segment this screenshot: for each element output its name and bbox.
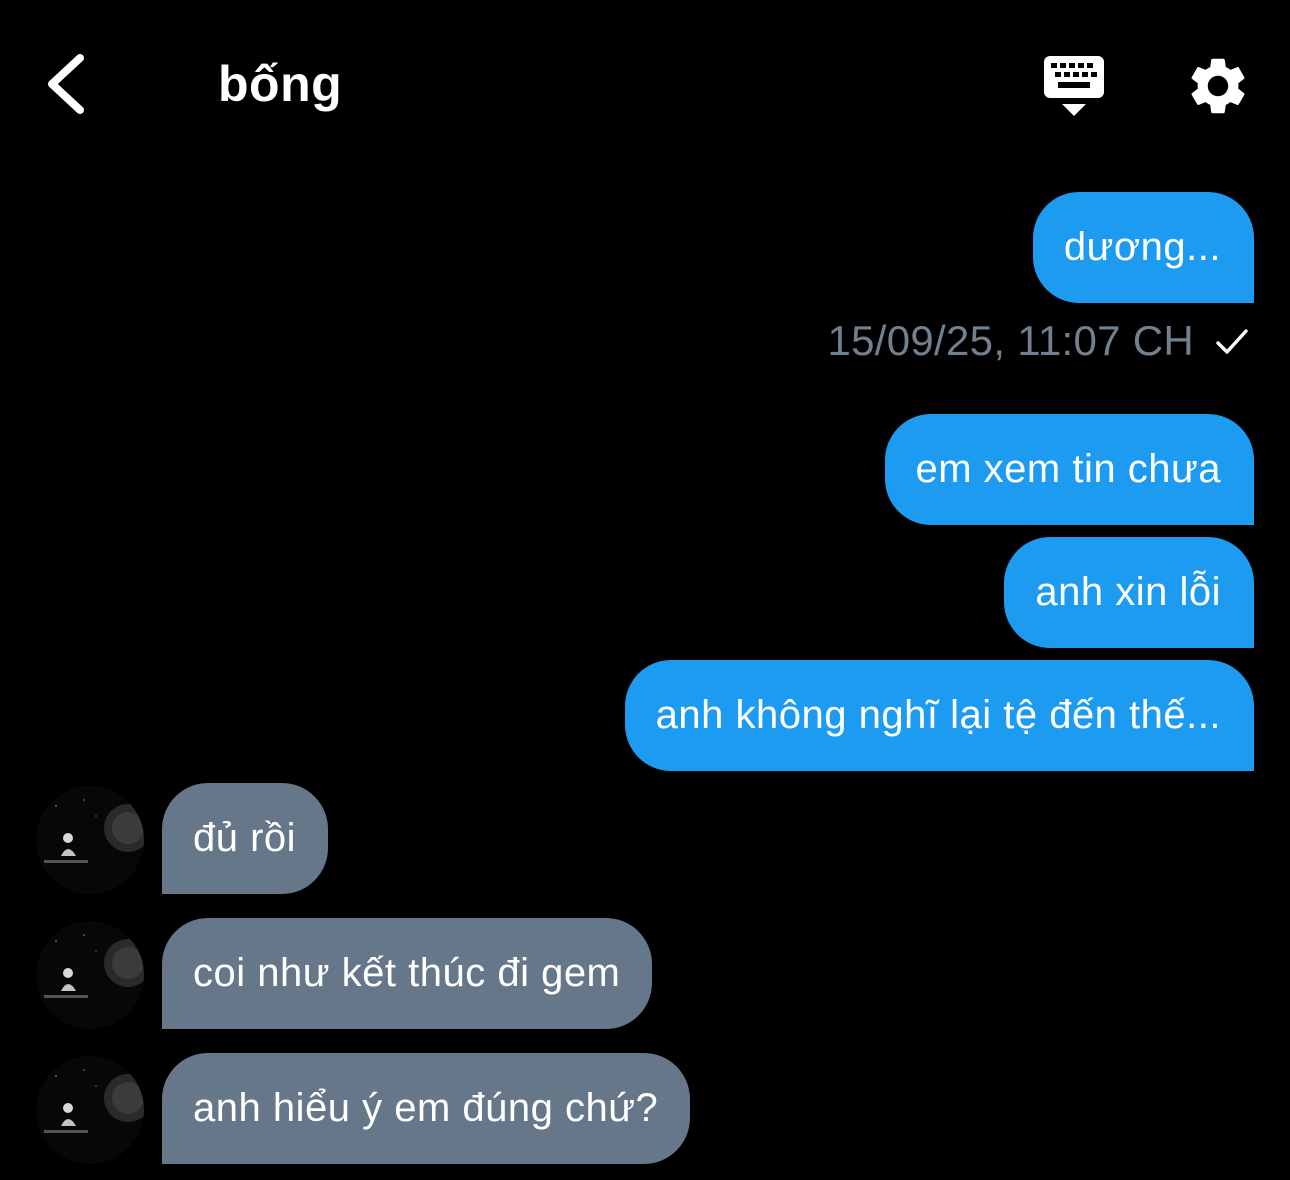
sender-avatar[interactable] xyxy=(36,786,144,894)
avatar-image xyxy=(36,1056,144,1164)
outgoing-message-bubble[interactable]: em xem tin chưa xyxy=(884,414,1254,525)
incoming-message-bubble[interactable]: anh hiểu ý em đúng chứ? xyxy=(162,1053,691,1164)
conversation-title[interactable]: bống xyxy=(218,52,342,116)
sender-avatar[interactable] xyxy=(36,1056,144,1164)
outgoing-message-bubble[interactable]: dương... xyxy=(1032,192,1254,303)
chevron-left-icon xyxy=(48,54,84,114)
outgoing-message-bubble[interactable]: anh không nghĩ lại tệ đến thế... xyxy=(624,660,1254,771)
message-timestamp: 15/09/25, 11:07 CH xyxy=(827,317,1194,364)
avatar-image xyxy=(36,786,144,894)
gear-icon xyxy=(1191,58,1245,114)
incoming-message-bubble[interactable]: đủ rồi xyxy=(162,783,329,894)
keyboard-dismiss-icon xyxy=(1044,56,1104,116)
sender-avatar[interactable] xyxy=(36,921,144,1029)
back-button[interactable] xyxy=(36,48,100,120)
checkmark-icon xyxy=(1216,329,1248,354)
keyboard-dismiss-button[interactable] xyxy=(1040,52,1108,120)
avatar-image xyxy=(36,921,144,1029)
settings-button[interactable] xyxy=(1184,52,1252,120)
incoming-message-bubble[interactable]: coi như kết thúc đi gem xyxy=(162,918,653,1029)
outgoing-message-bubble[interactable]: anh xin lỗi xyxy=(1004,537,1254,648)
chat-header: bống xyxy=(0,0,1290,170)
